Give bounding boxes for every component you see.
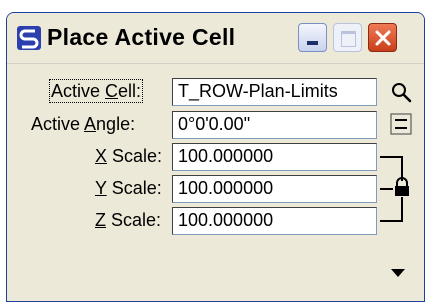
y-scale-input[interactable]: 100.000000 [172, 175, 377, 203]
x-scale-label: X Scale: [95, 146, 163, 166]
spinner-icon[interactable] [390, 113, 412, 135]
microstation-app-icon [17, 26, 41, 50]
dialog-body: Active Cell: T_ROW-Plan-Limits Active An… [7, 64, 424, 301]
lock-icon[interactable] [392, 176, 412, 198]
search-icon[interactable] [389, 80, 413, 104]
y-scale-label: Y Scale: [95, 178, 162, 198]
maximize-button[interactable] [333, 23, 362, 52]
title-bar[interactable]: Place Active Cell [7, 13, 424, 64]
active-cell-input[interactable]: T_ROW-Plan-Limits [172, 78, 377, 106]
close-icon [375, 30, 391, 46]
lock-bracket-lower [401, 197, 403, 221]
lock-bracket-top [380, 156, 403, 158]
active-cell-label-text: Active Cell: [48, 79, 144, 103]
place-active-cell-window: Place Active Cell Active Cell: T_ROW-Pla… [6, 12, 425, 302]
close-button[interactable] [368, 23, 397, 52]
lock-bracket-bottom [380, 220, 403, 222]
active-angle-input[interactable]: 0°0'0.00" [172, 111, 377, 139]
z-scale-label: Z Scale: [95, 210, 162, 230]
window-title: Place Active Cell [47, 24, 236, 50]
triangle-down-icon[interactable] [389, 267, 407, 279]
x-scale-input[interactable]: 100.000000 [172, 143, 377, 171]
active-cell-label: Active Cell: [48, 79, 144, 103]
z-scale-input[interactable]: 100.000000 [172, 207, 377, 235]
minimize-button[interactable] [298, 23, 327, 52]
active-angle-label: Active Angle: [31, 114, 136, 134]
